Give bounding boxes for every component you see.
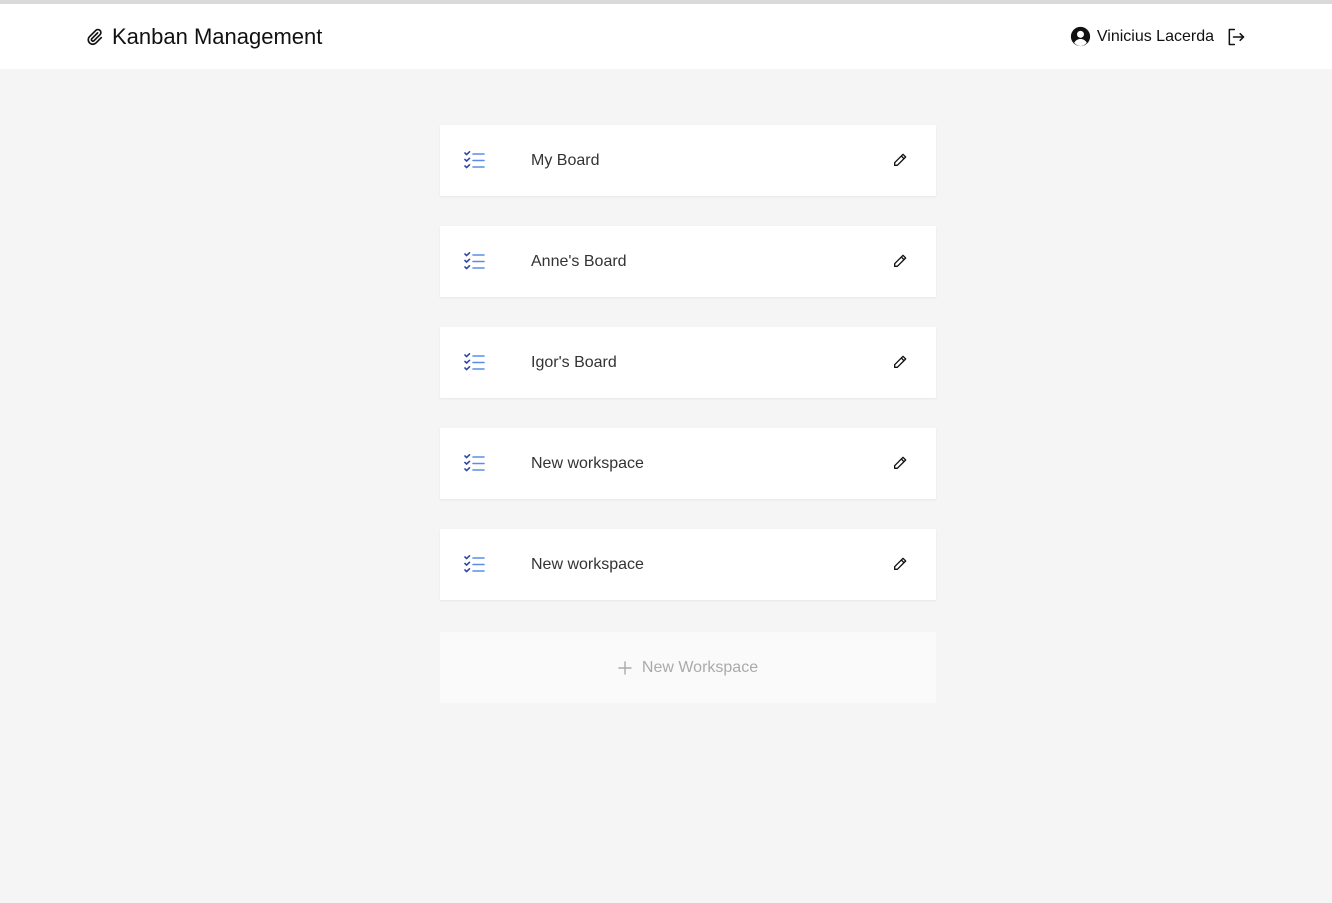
plus-icon [618, 660, 632, 675]
board-card[interactable]: Igor's Board [440, 327, 936, 398]
pencil-icon[interactable] [892, 556, 908, 572]
app-title: Kanban Management [112, 23, 323, 49]
board-list: My Board Anne's Board Igor's Board New w… [440, 125, 936, 703]
board-card[interactable]: New workspace [440, 428, 936, 499]
brand[interactable]: Kanban Management [86, 4, 322, 69]
checklist-icon [464, 555, 485, 574]
board-card[interactable]: New workspace [440, 529, 936, 600]
board-card[interactable]: Anne's Board [440, 226, 936, 297]
checklist-icon [464, 151, 485, 170]
pencil-icon[interactable] [892, 455, 908, 471]
pencil-icon[interactable] [892, 152, 908, 168]
checklist-icon [464, 353, 485, 372]
pencil-icon[interactable] [892, 354, 908, 370]
board-card[interactable]: My Board [440, 125, 936, 196]
board-name: Anne's Board [531, 252, 627, 270]
checklist-icon [464, 454, 485, 473]
pencil-icon[interactable] [892, 253, 908, 269]
board-name: Igor's Board [531, 353, 617, 371]
user-name[interactable]: Vinicius Lacerda [1097, 28, 1214, 46]
app-header: Kanban Management Vinicius Lacerda [0, 4, 1332, 69]
checklist-icon [464, 252, 485, 271]
user-area: Vinicius Lacerda [1070, 4, 1246, 69]
board-name: My Board [531, 151, 600, 169]
new-workspace-button[interactable]: New Workspace [440, 632, 936, 703]
user-circle-icon[interactable] [1070, 26, 1091, 47]
logout-icon[interactable] [1226, 27, 1246, 47]
paperclip-icon [86, 28, 104, 46]
board-name: New workspace [531, 454, 644, 472]
new-workspace-label: New Workspace [641, 658, 759, 676]
board-name: New workspace [531, 555, 644, 573]
